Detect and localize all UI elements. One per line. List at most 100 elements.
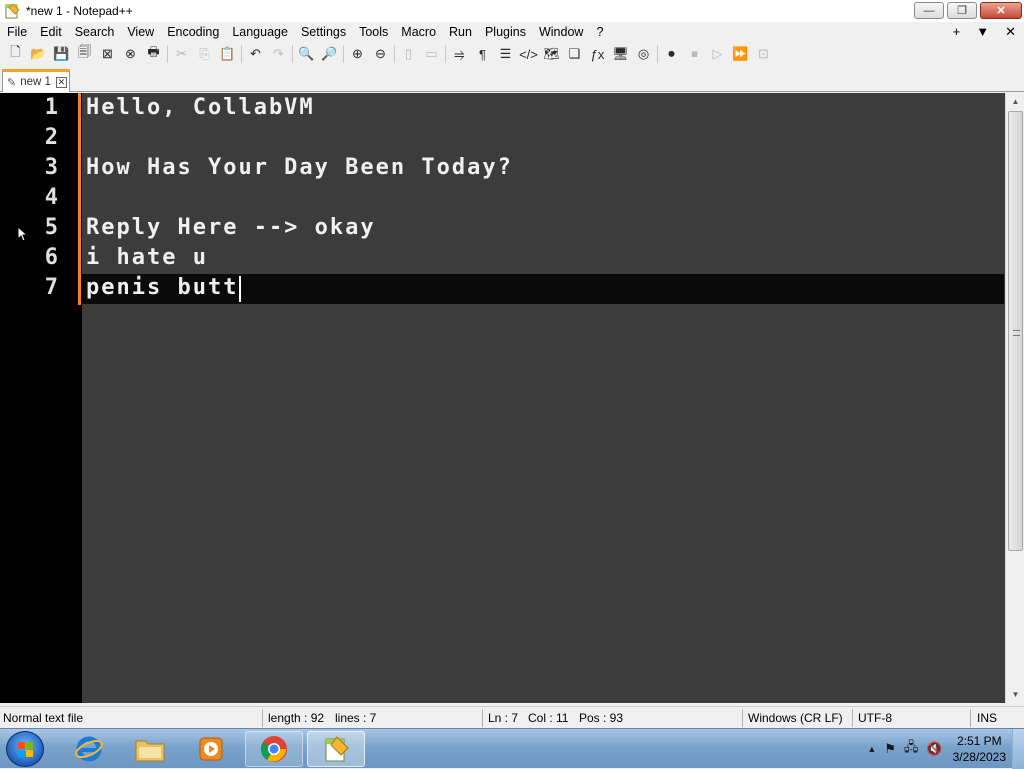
new-tab-plus-icon[interactable]: + [953, 24, 961, 40]
menu-view[interactable]: View [120, 25, 160, 39]
taskbar-notepad-plus-plus[interactable] [307, 731, 365, 767]
run-macro-multiple-icon[interactable]: ⏩ [729, 43, 752, 65]
code-line[interactable]: penis butt [86, 275, 238, 300]
windows-logo-icon [18, 742, 34, 758]
eol-status[interactable]: Windows (CR LF) [748, 711, 843, 726]
vertical-scrollbar[interactable]: ▲ ▼ [1005, 93, 1024, 703]
menu-bar: File Edit Search View Encoding Language … [0, 22, 1024, 42]
new-file-icon[interactable]: 🗋 [4, 43, 27, 65]
close-document-icon[interactable]: ✕ [1005, 24, 1016, 40]
tab-label: new 1 [20, 76, 51, 88]
mouse-cursor-icon [17, 226, 29, 242]
action-center-flag-icon[interactable]: ⚑ [884, 741, 896, 757]
cut-icon[interactable]: ✂ [170, 43, 193, 65]
redo-icon[interactable]: ↷ [267, 43, 290, 65]
close-all-icon[interactable]: ⊗ [119, 43, 142, 65]
print-icon[interactable]: 🖶 [142, 43, 165, 65]
code-line[interactable]: i hate u [86, 245, 208, 270]
menu-encoding[interactable]: Encoding [160, 25, 225, 39]
menu-edit[interactable]: Edit [33, 25, 68, 39]
replace-icon[interactable]: 🔎 [318, 43, 341, 65]
minimize-button[interactable]: — [914, 2, 944, 19]
menu-file[interactable]: File [0, 25, 33, 39]
menu-help[interactable]: ? [589, 25, 609, 39]
title-bar[interactable]: *new 1 - Notepad++ — ❐ ✕ [0, 0, 1024, 22]
zoom-in-icon[interactable]: ⊕ [346, 43, 369, 65]
play-macro-icon[interactable]: ▷ [706, 43, 729, 65]
line-number: 1 [44, 95, 58, 120]
scroll-up-icon[interactable]: ▲ [1006, 93, 1024, 110]
toolbar-separator [657, 45, 658, 63]
copy-icon[interactable]: ⎘ [193, 43, 216, 65]
scrollbar-thumb[interactable] [1008, 111, 1023, 551]
show-all-chars-icon[interactable]: ¶ [471, 43, 494, 65]
indent-guide-icon[interactable]: ☰ [494, 43, 517, 65]
clock[interactable]: 2:51 PM 3/28/2023 [953, 733, 1006, 765]
text-caret [239, 276, 242, 302]
stop-macro-icon[interactable]: ⏹ [683, 43, 706, 65]
menu-plugins[interactable]: Plugins [478, 25, 532, 39]
paste-icon[interactable]: 📋 [216, 43, 239, 65]
insert-mode-status[interactable]: INS [977, 711, 997, 726]
start-button[interactable] [6, 731, 44, 767]
monitoring-icon[interactable]: ◎ [632, 43, 655, 65]
doc-map-icon[interactable]: 🗺 [540, 43, 563, 65]
record-macro-icon[interactable]: ⏺ [660, 43, 683, 65]
menu-settings[interactable]: Settings [294, 25, 352, 39]
close-file-icon[interactable]: ⊠ [96, 43, 119, 65]
save-icon[interactable]: 💾 [50, 43, 73, 65]
find-icon[interactable]: 🔍 [295, 43, 318, 65]
internet-explorer-icon [75, 736, 103, 762]
doc-list-icon[interactable]: ❏ [563, 43, 586, 65]
code-line[interactable]: Hello, CollabVM [86, 95, 315, 120]
tab-list-dropdown-icon[interactable]: ▼ [976, 24, 989, 40]
save-all-icon[interactable]: 🗐 [73, 43, 96, 65]
notepad-plus-plus-icon [325, 736, 349, 762]
save-macro-icon[interactable]: ⊡ [752, 43, 775, 65]
window-title: *new 1 - Notepad++ [26, 4, 133, 18]
folder-workspace-icon[interactable]: 🖥 [609, 43, 632, 65]
code-line[interactable]: How Has Your Day Been Today? [86, 155, 513, 180]
code-line[interactable]: Reply Here --> okay [86, 215, 376, 240]
scroll-down-icon[interactable]: ▼ [1006, 686, 1024, 703]
restore-button[interactable]: ❐ [947, 2, 977, 19]
notepad-plus-plus-icon [4, 3, 20, 19]
encoding-status[interactable]: UTF-8 [858, 711, 892, 726]
menu-tools[interactable]: Tools [352, 25, 394, 39]
menu-window[interactable]: Window [532, 25, 589, 39]
taskbar-internet-explorer[interactable] [60, 731, 118, 767]
toolbar-separator [343, 45, 344, 63]
text-editor[interactable]: 1 2 3 4 5 6 7 Hello, CollabVM How Has Your Day … [0, 93, 1024, 703]
show-hidden-icons-icon[interactable]: ▲ [867, 744, 876, 754]
tab-bar: ✎ new 1 ✕ [0, 68, 1024, 92]
function-list-icon[interactable]: ƒx [586, 43, 609, 65]
sync-horizontal-icon[interactable]: ▭ [420, 43, 443, 65]
line-status: Ln : 7 [488, 711, 519, 725]
folder-icon [135, 740, 165, 762]
menu-run[interactable]: Run [442, 25, 478, 39]
menu-search[interactable]: Search [68, 25, 121, 39]
word-wrap-icon[interactable]: ⥤ [448, 43, 471, 65]
column-status: Col : 11 [528, 711, 569, 725]
sync-vertical-icon[interactable]: ▯ [397, 43, 420, 65]
tab-new-1[interactable]: ✎ new 1 ✕ [2, 69, 70, 92]
volume-muted-icon[interactable]: 🔇 [926, 741, 942, 757]
zoom-out-icon[interactable]: ⊖ [369, 43, 392, 65]
menu-language[interactable]: Language [225, 25, 294, 39]
toolbar-separator [292, 45, 293, 63]
menu-macro[interactable]: Macro [394, 25, 442, 39]
undo-icon[interactable]: ↶ [244, 43, 267, 65]
close-button[interactable]: ✕ [980, 2, 1022, 19]
change-history-margin [78, 93, 81, 305]
clock-time: 2:51 PM [956, 734, 1002, 748]
tab-close-icon[interactable]: ✕ [55, 76, 67, 88]
show-desktop-button[interactable] [1012, 729, 1024, 769]
xml-tag-icon[interactable]: </> [517, 43, 540, 65]
taskbar-chrome[interactable] [245, 731, 303, 767]
taskbar-media-player[interactable] [182, 731, 240, 767]
line-number: 2 [44, 125, 58, 150]
taskbar-windows-explorer[interactable] [121, 731, 179, 767]
open-file-icon[interactable]: 📂 [27, 43, 50, 65]
line-number: 3 [44, 155, 58, 180]
network-icon[interactable]: 🖧 [904, 738, 919, 760]
